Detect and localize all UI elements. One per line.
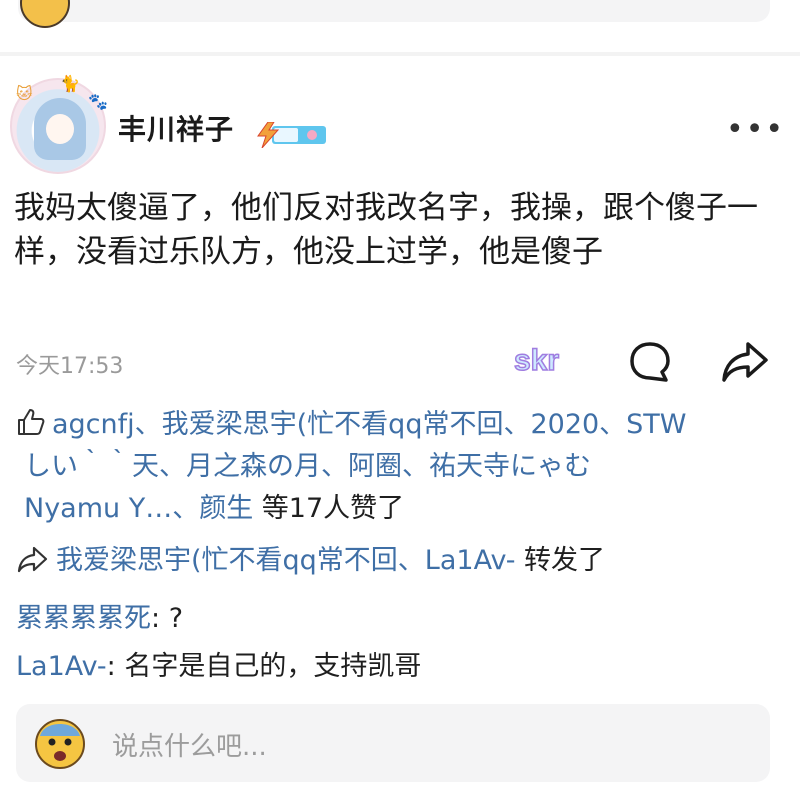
comment-text: ? <box>168 603 184 634</box>
likes-names-line3[interactable]: Nyamu Y…、颜生 <box>24 493 253 524</box>
comment-separator: : <box>106 651 125 682</box>
comment-input-placeholder: 说点什么吧... <box>112 732 267 762</box>
skr-reaction-icon[interactable]: skr <box>512 340 578 380</box>
comment-author[interactable]: 累累累累死 <box>16 603 151 634</box>
vip-badge-icon <box>257 122 326 148</box>
previous-emoji-icon <box>20 0 70 28</box>
svg-text:skr: skr <box>514 344 559 377</box>
previous-post-card <box>18 0 770 22</box>
thumbs-up-icon <box>18 409 45 435</box>
likes-count-text: 等17人赞了 <box>253 493 405 524</box>
comment-input[interactable]: 说点什么吧... <box>16 704 770 782</box>
likes-names-line2[interactable]: しい｀｀天、月之森の月、阿圈、祐天寺にゃむ <box>24 451 591 482</box>
comment-author[interactable]: La1Av- <box>16 651 107 682</box>
post-time: 今天17:53 <box>16 354 124 379</box>
reposts-suffix-text: 转发了 <box>515 545 606 576</box>
scared-emoji-icon[interactable] <box>32 714 88 770</box>
likes-names-line1[interactable]: agcnfj、我爱梁思宇(忙不看qq常不回、2020、STW <box>52 409 687 440</box>
comment-separator: : <box>151 603 169 634</box>
post-divider <box>0 52 800 56</box>
cat-deco-icon: 🐈 <box>60 74 80 93</box>
reposts-names[interactable]: 我爱梁思宇(忙不看qq常不回、La1Av- <box>56 545 515 576</box>
comment-item[interactable]: 累累累累死: ? <box>16 600 183 638</box>
likes-list: agcnfj、我爱梁思宇(忙不看qq常不回、2020、STW しい｀｀天、月之森… <box>16 404 786 530</box>
comment-text: 名字是自己的，支持凯哥 <box>124 651 422 682</box>
repost-icon <box>17 546 48 573</box>
reposts-list: 我爱梁思宇(忙不看qq常不回、La1Av- 转发了 <box>16 541 605 581</box>
username[interactable]: 丰川祥子 <box>118 108 234 148</box>
avatar-face <box>46 114 74 144</box>
post-content: 我妈太傻逼了，他们反对我改名字，我操，跟个傻子一样，没看过乐队方，他没上过学，他… <box>14 190 758 270</box>
share-icon[interactable] <box>720 338 770 386</box>
cat-deco-icon: 🐱 <box>16 84 33 103</box>
more-options-icon[interactable]: ••• <box>726 112 785 147</box>
comment-icon[interactable] <box>628 340 672 384</box>
cat-deco-icon: 🐾 <box>88 92 108 111</box>
comment-item[interactable]: La1Av-: 名字是自己的，支持凯哥 <box>16 648 421 686</box>
